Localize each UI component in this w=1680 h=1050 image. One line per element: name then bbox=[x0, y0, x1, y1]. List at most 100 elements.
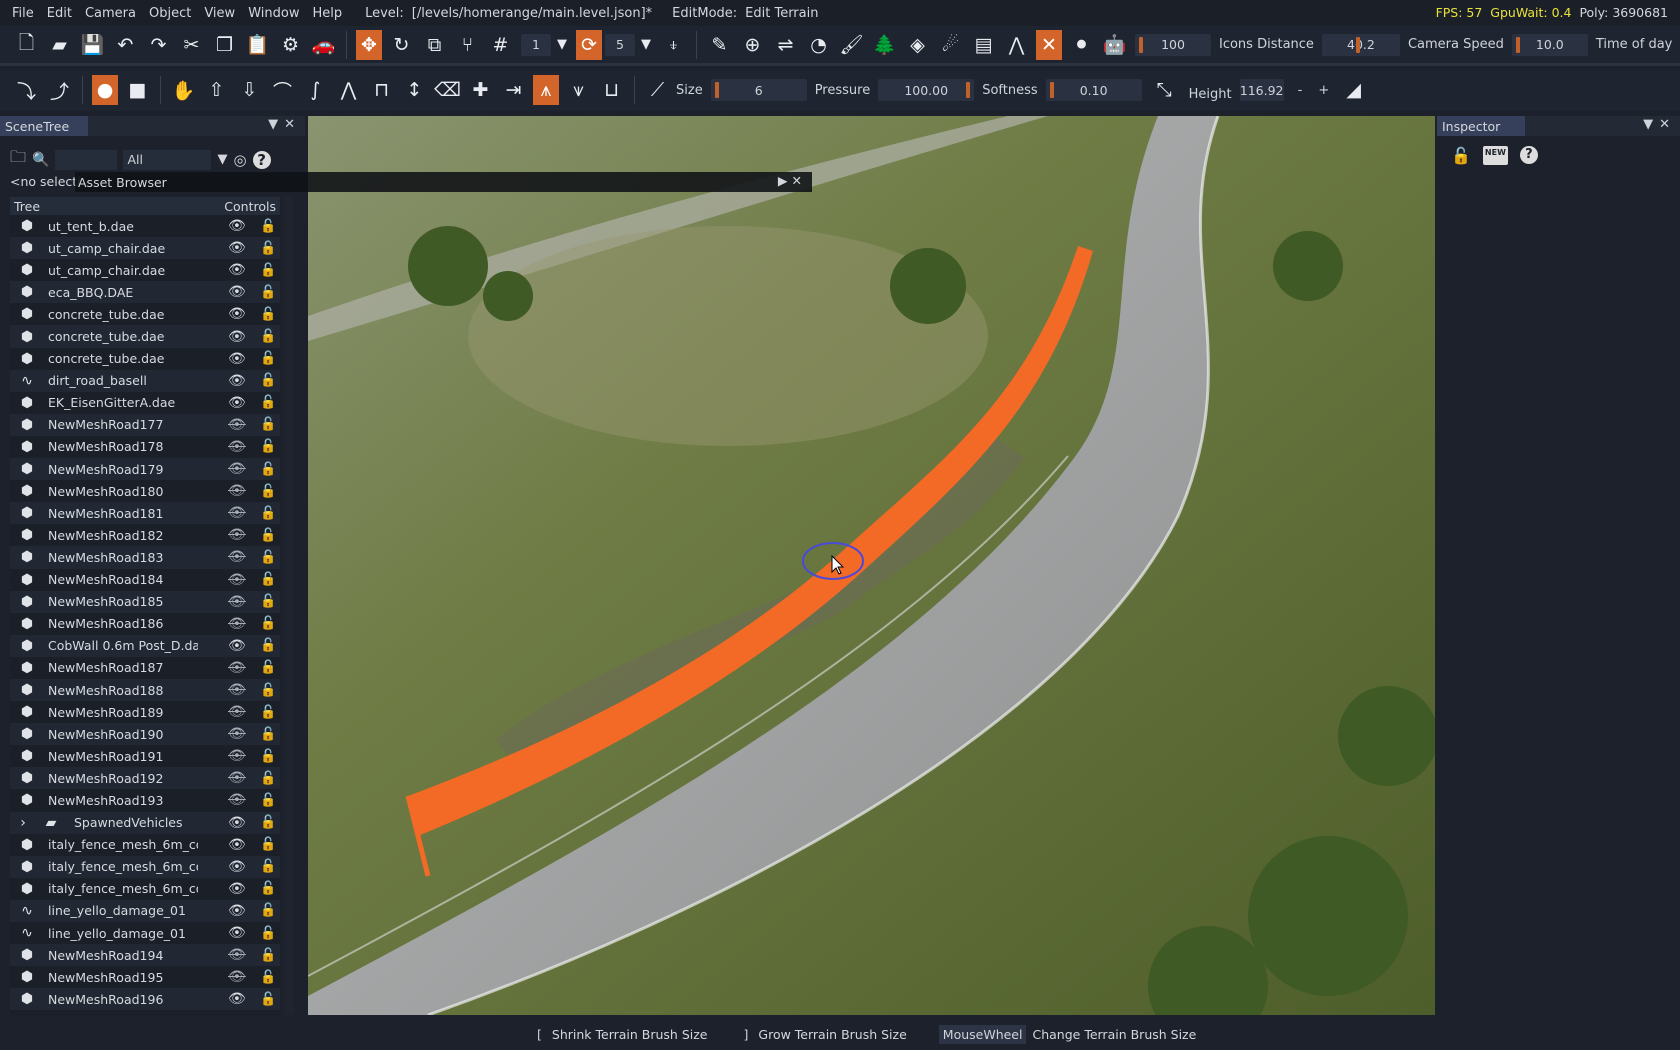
unlock-icon[interactable]: 🔓 bbox=[260, 859, 276, 874]
tree-row[interactable]: ∿ line_yello_damage_01 👁 🔓 bbox=[10, 899, 280, 922]
eye-icon[interactable]: 👁 bbox=[228, 859, 246, 875]
eye-off-icon[interactable]: 👁 bbox=[228, 704, 246, 720]
copy-icon[interactable]: ❐ bbox=[208, 30, 241, 60]
eye-icon[interactable]: 👁 bbox=[228, 837, 246, 853]
brush-square-icon[interactable]: ■ bbox=[121, 75, 154, 105]
pencil-icon[interactable]: ✎ bbox=[703, 30, 736, 60]
tree-row[interactable]: ⬢ NewMeshRoad194 👁 🔓 bbox=[10, 944, 280, 967]
tree-row[interactable]: ∿ dirt_road_basell 👁 🔓 bbox=[10, 369, 280, 392]
tree-row[interactable]: ⬢ CobWall 0.6m Post_D.dae 👁 🔓 bbox=[10, 634, 280, 657]
tree-row[interactable]: ⬢ italy_fence_mesh_6m_conc_bas 👁 🔓 bbox=[10, 834, 280, 856]
inspector-tab[interactable]: Inspector bbox=[1437, 116, 1525, 136]
export-heightmap-icon[interactable]: ⤴ bbox=[43, 75, 76, 105]
unlock-icon[interactable]: 🔓 bbox=[260, 705, 276, 720]
road-icon[interactable]: ⋀ bbox=[1000, 30, 1033, 60]
import-heightmap-icon[interactable]: ⤵ bbox=[10, 75, 43, 105]
unlock-icon[interactable]: 🔓 bbox=[260, 506, 276, 521]
camera-speed-slider[interactable]: 10.0 bbox=[1511, 33, 1588, 56]
tree-row[interactable]: ⬢ eca_BBQ.DAE 👁 🔓 bbox=[10, 281, 280, 304]
terrain-edit-icon[interactable]: ✕ bbox=[1036, 29, 1062, 60]
unlock-icon[interactable]: 🔓 bbox=[260, 815, 276, 830]
flatten-icon[interactable]: ⊓ bbox=[365, 75, 398, 105]
unlock-icon[interactable]: 🔓 bbox=[260, 793, 276, 808]
unlock-icon[interactable]: 🔓 bbox=[260, 285, 276, 300]
tree-row[interactable]: ⬢ NewMeshRoad193 👁 🔓 bbox=[10, 789, 280, 811]
eye-icon[interactable]: 👁 bbox=[228, 240, 246, 256]
noise-icon[interactable]: ⋀ bbox=[332, 75, 365, 105]
menu-view[interactable]: View bbox=[204, 6, 235, 21]
eye-off-icon[interactable]: 👁 bbox=[228, 660, 246, 676]
tree-row[interactable]: ⬢ ut_camp_chair.dae 👁 🔓 bbox=[10, 237, 280, 260]
tree-row[interactable]: ⬢ ut_tent_b.dae 👁 🔓 bbox=[10, 215, 280, 237]
settings-gear-icon[interactable]: ⚙ bbox=[274, 30, 307, 60]
tree-row[interactable]: ⬢ NewMeshRoad195 👁 🔓 bbox=[10, 966, 280, 988]
tree-row[interactable]: ⬢ NewMeshRoad182 👁 🔓 bbox=[10, 524, 280, 546]
unlock-icon[interactable]: 🔓 bbox=[260, 219, 276, 234]
scale-icon[interactable]: ⧉ bbox=[418, 30, 451, 60]
eye-off-icon[interactable]: 👁 bbox=[228, 947, 246, 963]
menu-window[interactable]: Window bbox=[248, 6, 299, 21]
tree-row[interactable]: ⬢ NewMeshRoad190 👁 🔓 bbox=[10, 723, 280, 746]
radar-icon[interactable]: ◎ bbox=[233, 151, 246, 169]
paste-icon[interactable]: 📋 bbox=[241, 30, 274, 60]
tree-row[interactable]: ⬢ NewMeshRoad180 👁 🔓 bbox=[10, 480, 280, 502]
unlock-icon[interactable]: 🔓 bbox=[260, 439, 276, 454]
eye-off-icon[interactable]: 👁 bbox=[228, 549, 246, 565]
eye-off-icon[interactable]: 👁 bbox=[228, 461, 246, 477]
river-icon[interactable]: ☄ bbox=[934, 30, 967, 60]
eye-icon[interactable]: 👁 bbox=[228, 903, 246, 919]
drop-to-ground-icon[interactable]: ⍖ bbox=[657, 30, 690, 60]
snap-icon[interactable]: ⑂ bbox=[451, 30, 484, 60]
unlock-icon[interactable]: 🔓 bbox=[260, 771, 276, 786]
pressure-slider[interactable]: 100.00 bbox=[878, 79, 975, 101]
tree-row[interactable]: ⬢ concrete_tube.dae 👁 🔓 bbox=[10, 303, 280, 325]
unlock-icon[interactable]: 🔓 bbox=[260, 395, 276, 410]
grid-size-dropdown-icon[interactable]: ▼ bbox=[557, 37, 567, 52]
eye-off-icon[interactable]: 👁 bbox=[228, 439, 246, 455]
unlock-icon[interactable]: 🔓 bbox=[260, 616, 276, 631]
rotate-icon[interactable]: ↻ bbox=[385, 30, 418, 60]
terrain-material-icon[interactable]: ▤ bbox=[967, 30, 1000, 60]
paint-icon[interactable]: ⩚ bbox=[533, 75, 559, 105]
menu-edit[interactable]: Edit bbox=[47, 6, 72, 21]
unlock-icon[interactable]: 🔓 bbox=[260, 462, 276, 477]
brush-settings-icon[interactable]: ⟋ bbox=[641, 75, 674, 105]
unlock-icon[interactable]: 🔓 bbox=[260, 307, 276, 322]
menu-file[interactable]: File bbox=[12, 6, 34, 21]
forest-icon[interactable]: 🌲 bbox=[868, 30, 901, 60]
tree-row[interactable]: ⬢ ut_camp_chair.dae 👁 🔓 bbox=[10, 259, 280, 281]
new-icon[interactable]: NEW bbox=[1482, 146, 1508, 165]
add-circle-icon[interactable]: ⊕ bbox=[736, 30, 769, 60]
clear-icon[interactable]: ⇥ bbox=[497, 75, 530, 105]
unlock-icon[interactable]: 🔓 bbox=[260, 329, 276, 344]
unlock-icon[interactable]: 🔓 bbox=[260, 263, 276, 278]
tree-row[interactable]: ⬢ NewMeshRoad192 👁 🔓 bbox=[10, 767, 280, 790]
eye-icon[interactable]: 👁 bbox=[228, 638, 246, 654]
blur-icon[interactable]: ⊔ bbox=[595, 75, 628, 105]
help-icon[interactable]: ? bbox=[252, 150, 271, 169]
decal-icon[interactable]: ◔ bbox=[802, 30, 835, 60]
close-icon[interactable]: ✕ bbox=[792, 173, 806, 188]
tree-row[interactable]: ⬢ NewMeshRoad188 👁 🔓 bbox=[10, 678, 280, 702]
tree-row[interactable]: ⬢ NewMeshRoad186 👁 🔓 bbox=[10, 613, 280, 635]
icons-distance-slider[interactable]: 40.2 bbox=[1321, 33, 1400, 56]
unlock-icon[interactable]: 🔓 bbox=[260, 683, 276, 698]
height-input[interactable]: 116.92 bbox=[1239, 79, 1284, 101]
alpha-icon[interactable]: ⩛ bbox=[562, 75, 595, 105]
tree-row[interactable]: › ▰ SpawnedVehicles 👁 🔓 bbox=[10, 811, 280, 834]
eye-icon[interactable]: 👁 bbox=[228, 262, 246, 278]
tree-row[interactable]: ⬢ EK_EisenGitterA.dae 👁 🔓 bbox=[10, 392, 280, 414]
asset-browser-bar[interactable]: Asset Browser ▶✕ bbox=[75, 172, 812, 192]
tree-row[interactable]: ⬢ NewMeshRoad187 👁 🔓 bbox=[10, 657, 280, 679]
eye-icon[interactable]: 👁 bbox=[228, 991, 246, 1007]
size-slider[interactable]: 6 bbox=[710, 79, 807, 101]
tree-scrollbar[interactable] bbox=[284, 197, 294, 1015]
tree-row[interactable]: ∿ line_yello_damage_01 👁 🔓 bbox=[10, 922, 280, 944]
menu-object[interactable]: Object bbox=[149, 6, 191, 21]
tree-row[interactable]: ⬢ NewMeshRoad185 👁 🔓 bbox=[10, 590, 280, 613]
eye-off-icon[interactable]: 👁 bbox=[228, 483, 246, 499]
unlock-icon[interactable]: 🔓 bbox=[260, 528, 276, 543]
tree-row[interactable]: ⬢ NewMeshRoad191 👁 🔓 bbox=[10, 745, 280, 767]
grid-size-input[interactable]: 1 bbox=[521, 33, 551, 56]
vehicle-icon[interactable]: 🚗 bbox=[307, 30, 340, 60]
